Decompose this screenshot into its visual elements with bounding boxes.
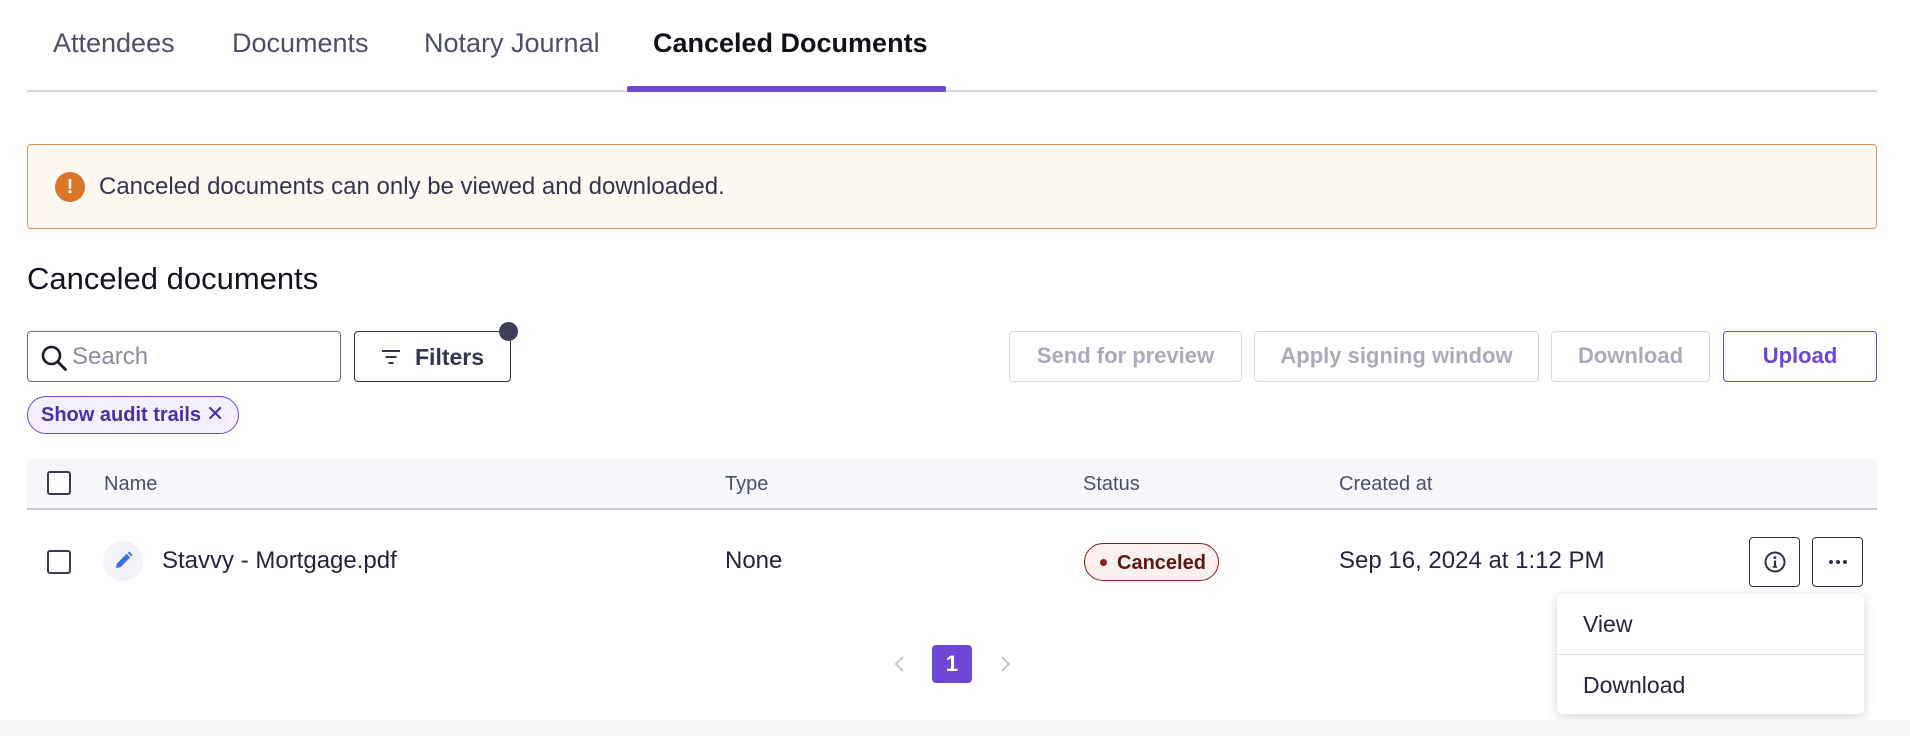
chevron-right-icon[interactable] <box>993 652 1017 676</box>
tab-notary-journal[interactable]: Notary Journal <box>424 28 600 59</box>
upload-button[interactable]: Upload <box>1723 331 1877 382</box>
filters-label: Filters <box>415 344 485 370</box>
apply-signing-window-button[interactable]: Apply signing window <box>1254 331 1539 382</box>
tab-canceled-documents[interactable]: Canceled Documents <box>653 28 928 59</box>
tab-bar: Attendees Documents Notary Journal Cance… <box>27 0 1877 92</box>
select-all-checkbox[interactable] <box>47 471 71 495</box>
column-header-type[interactable]: Type <box>725 473 768 496</box>
row-checkbox[interactable] <box>47 550 71 574</box>
page-bottom-edge <box>0 720 1910 736</box>
search-icon <box>41 345 67 371</box>
filter-icon <box>382 350 400 364</box>
info-button[interactable] <box>1749 537 1800 587</box>
status-text: Canceled <box>1117 552 1206 574</box>
chip-label: Show audit trails <box>41 404 202 426</box>
document-type: None <box>725 547 783 574</box>
section-title: Canceled documents <box>27 261 319 296</box>
info-banner: ! Canceled documents can only be viewed … <box>27 144 1877 229</box>
pagination-page-current[interactable]: 1 <box>932 645 972 683</box>
menu-item-view[interactable]: View <box>1557 594 1864 654</box>
tab-attendees[interactable]: Attendees <box>53 28 175 59</box>
menu-item-download[interactable]: Download <box>1557 655 1864 715</box>
created-at-value: Sep 16, 2024 at 1:12 PM <box>1339 547 1605 574</box>
document-name[interactable]: Stavvy - Mortgage.pdf <box>162 547 397 575</box>
filter-chip-audit-trails: Show audit trails ✕ <box>27 396 239 434</box>
table-header: Name Type Status Created at <box>27 459 1877 510</box>
status-dot <box>1100 559 1107 566</box>
close-icon[interactable]: ✕ <box>206 401 224 427</box>
column-header-created-at[interactable]: Created at <box>1339 473 1432 496</box>
column-header-status[interactable]: Status <box>1083 473 1140 496</box>
filters-button[interactable]: Filters <box>354 331 511 382</box>
column-header-name[interactable]: Name <box>104 473 157 496</box>
send-for-preview-button[interactable]: Send for preview <box>1009 331 1242 382</box>
edit-document-icon <box>103 541 143 581</box>
tab-documents[interactable]: Documents <box>232 28 369 59</box>
status-badge: Canceled <box>1084 543 1219 581</box>
more-horizontal-icon <box>1829 560 1847 564</box>
info-icon <box>1764 551 1786 573</box>
banner-message: Canceled documents can only be viewed an… <box>99 173 725 200</box>
warning-icon: ! <box>55 172 85 202</box>
row-actions-menu: View Download <box>1557 594 1864 714</box>
search-input[interactable] <box>72 340 332 374</box>
search-box[interactable] <box>27 331 341 382</box>
filters-active-indicator <box>499 322 518 341</box>
download-button[interactable]: Download <box>1551 331 1710 382</box>
chevron-left-icon[interactable] <box>888 652 912 676</box>
active-tab-indicator <box>627 86 946 92</box>
more-actions-button[interactable] <box>1812 537 1863 587</box>
